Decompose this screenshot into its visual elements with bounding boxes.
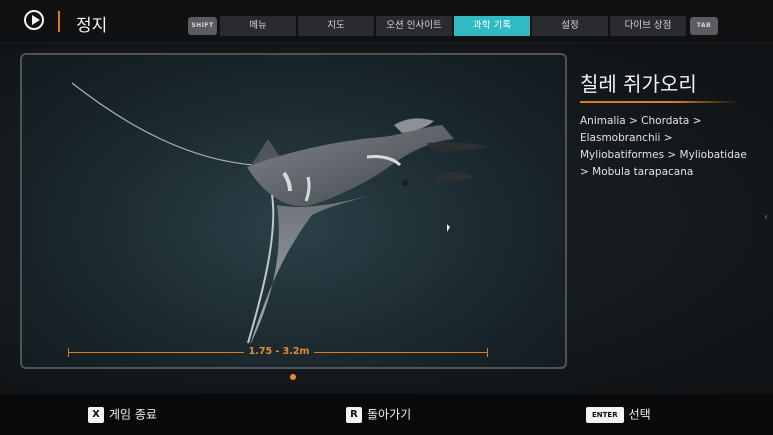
enter-key-icon: ENTER xyxy=(586,406,624,423)
species-name-underline xyxy=(580,101,738,103)
tab-dive-shop[interactable]: 다이브 상점 xyxy=(610,16,686,36)
title-separator xyxy=(58,11,60,32)
tab-map[interactable]: 지도 xyxy=(298,16,374,36)
tab-settings[interactable]: 설정 xyxy=(532,16,608,36)
resume-play-icon[interactable] xyxy=(24,10,44,30)
tab-ocean-insight[interactable]: 오션 인사이트 xyxy=(376,16,452,36)
x-key-icon: X xyxy=(88,406,104,423)
size-range-label: 1.75 - 3.2m xyxy=(248,346,310,357)
mouse-cursor-icon xyxy=(447,224,450,232)
size-scale-bar: 1.75 - 3.2m xyxy=(68,346,488,360)
tab-key-hint: TAB xyxy=(690,17,718,35)
tab-science-records[interactable]: 과학 기록 xyxy=(454,16,530,36)
page-indicator-dot[interactable] xyxy=(290,374,296,380)
species-name: 칠레 쥐가오리 xyxy=(580,72,697,96)
taxonomy-text: Animalia > Chordata > Elasmobranchii > M… xyxy=(580,115,747,178)
select-label: 선택 xyxy=(628,407,651,422)
quit-game-hint[interactable]: X 게임 종료 xyxy=(88,405,157,423)
page-title: 정지 xyxy=(76,16,108,36)
manta-ray-model xyxy=(71,82,488,345)
go-back-label: 돌아가기 xyxy=(367,407,412,422)
top-bar: 정지 SHIFT 메뉴 지도 오션 인사이트 과학 기록 설정 다이브 상점 T… xyxy=(0,0,773,43)
r-key-icon: R xyxy=(346,406,362,423)
shift-key-hint: SHIFT xyxy=(188,17,217,35)
quit-game-label: 게임 종료 xyxy=(109,407,157,422)
select-hint[interactable]: ENTER 선택 xyxy=(586,405,651,423)
specimen-3d-viewer[interactable] xyxy=(20,53,567,369)
tab-menu[interactable]: 메뉴 xyxy=(220,16,296,36)
chevron-left-icon[interactable]: ‹ xyxy=(764,212,768,223)
go-back-hint[interactable]: R 돌아가기 xyxy=(346,405,411,423)
